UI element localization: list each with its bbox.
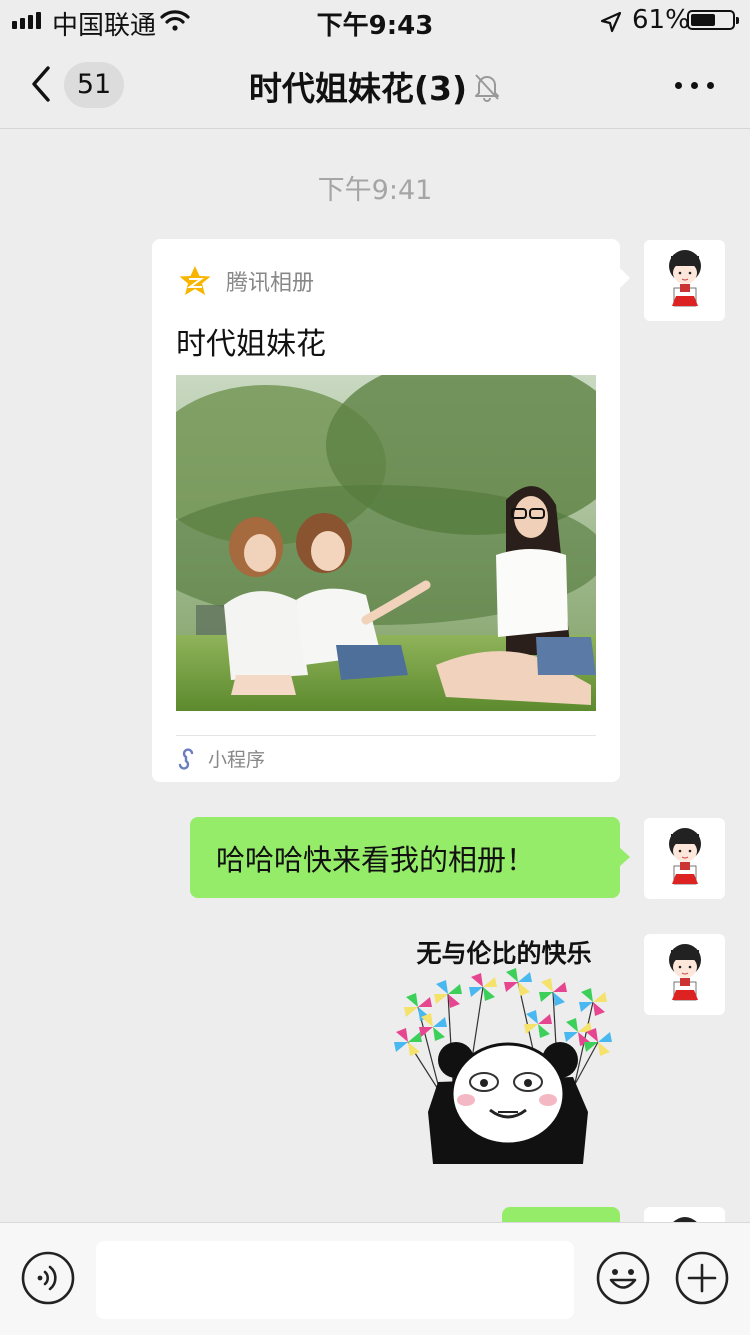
chat-header: 51 时代姐妹花(3) [0,40,750,129]
voice-button[interactable] [21,1251,75,1309]
card-divider [176,735,596,736]
emoji-icon [596,1251,650,1305]
qzone-star-icon [179,266,211,295]
card-footer: 小程序 [176,745,265,772]
cartoon-girl-avatar-icon [669,828,701,885]
emoji-button[interactable] [596,1251,650,1309]
card-title: 时代姐妹花 [176,327,326,362]
more-functions-button[interactable] [675,1251,729,1309]
input-toolbar [0,1222,750,1335]
avatar[interactable] [644,818,725,899]
avatar[interactable] [644,240,725,321]
album-cover-photo [176,375,596,711]
voice-icon [21,1251,75,1305]
message-timestamp: 下午9:41 [317,175,433,206]
mini-program-icon [178,747,194,770]
cartoon-girl-avatar-icon [669,250,701,307]
sticker-caption: 无与伦比的快乐 [416,939,592,968]
avatar[interactable] [644,1207,725,1223]
location-arrow-icon [600,10,622,40]
chat-title: 时代姐妹花(3) [248,69,468,108]
message-bubble[interactable]: 哈哈哈快来看我的相册！ [190,817,630,898]
status-bar: 中国联通 下午9:43 61% [0,0,750,41]
cartoon-girl-avatar-icon [672,1217,698,1223]
card-footer-label: 小程序 [208,749,266,771]
battery-percent: 61% [632,5,690,35]
more-button[interactable] [672,66,718,102]
bubble-tail [619,267,630,289]
plus-icon [675,1251,729,1305]
avatar[interactable] [644,934,725,1015]
bubble-tail [619,847,630,867]
battery-icon [687,10,739,30]
mini-program-card[interactable]: 腾讯相册 时代姐妹花 小程序 [152,239,630,782]
message-input[interactable] [96,1241,574,1319]
chat-title-wrap: 时代姐妹花(3) [0,62,750,110]
bell-off-icon [473,71,501,110]
card-source-label: 腾讯相册 [226,271,315,296]
sticker-message[interactable]: 无与伦比的快乐 [388,932,620,1164]
card-source: 腾讯相册 [178,265,314,297]
message-text: 哈哈哈快来看我的相册！ [216,843,536,877]
cartoon-girl-avatar-icon [669,944,701,1001]
